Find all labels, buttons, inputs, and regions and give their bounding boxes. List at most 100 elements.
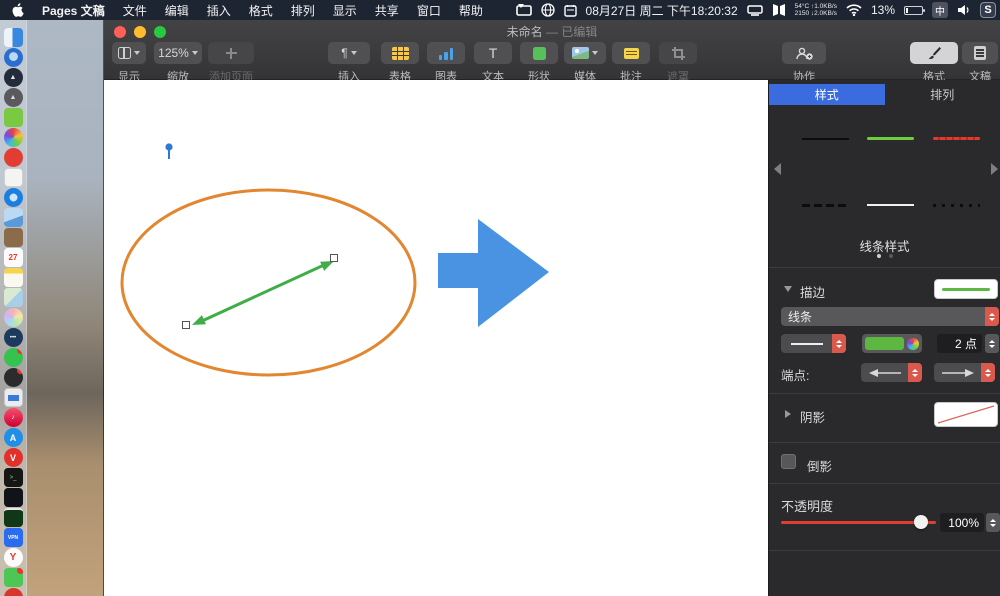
window-manager-icon[interactable] <box>772 4 786 16</box>
endpoint-start-select[interactable] <box>861 363 922 382</box>
document-button[interactable] <box>962 42 998 64</box>
menu-insert[interactable]: 插入 <box>207 2 231 19</box>
dock-rocket-icon[interactable]: ▲ <box>3 88 23 107</box>
screen-mirroring-icon[interactable] <box>515 4 532 16</box>
dock-clipped-app-icon[interactable] <box>3 588 23 596</box>
stepper-icon[interactable] <box>832 334 846 353</box>
ellipse-shape[interactable] <box>120 188 417 377</box>
dock-terminal-2-icon[interactable] <box>3 488 23 507</box>
format-button[interactable] <box>910 42 958 64</box>
wifi-icon[interactable] <box>846 4 862 16</box>
stroke-type-select[interactable]: 线条 <box>781 307 999 326</box>
menu-app-name[interactable]: Pages 文稿 <box>42 2 105 19</box>
dock-photos-icon[interactable] <box>3 308 23 327</box>
menu-window[interactable]: 窗口 <box>417 2 441 19</box>
media-button[interactable] <box>564 42 606 64</box>
selection-handle[interactable] <box>330 254 338 262</box>
tab-arrange[interactable]: 排列 <box>885 84 1000 105</box>
selection-handle[interactable] <box>182 321 190 329</box>
blue-arrow-shape[interactable] <box>438 219 549 327</box>
line-style-black-solid[interactable] <box>802 138 849 140</box>
dock-updates-app-icon[interactable] <box>3 368 23 387</box>
stroke-preview-well[interactable] <box>934 279 998 299</box>
dock-maps-icon[interactable] <box>3 288 23 307</box>
input-method-icon[interactable]: 中 <box>932 2 948 18</box>
view-button[interactable] <box>112 42 146 64</box>
reflection-checkbox[interactable] <box>781 454 796 469</box>
dock-music-icon[interactable]: ♪ <box>3 408 23 427</box>
dock-vpn-icon[interactable]: VPN <box>3 528 23 547</box>
stepper-icon[interactable] <box>985 307 999 326</box>
volume-icon[interactable] <box>957 4 971 16</box>
stroke-color-well[interactable] <box>862 334 922 353</box>
dock-notepad-icon[interactable] <box>3 168 23 187</box>
menu-view[interactable]: 显示 <box>333 2 357 19</box>
battery-icon[interactable] <box>904 5 925 15</box>
dock-voice-chat-icon[interactable] <box>3 348 23 367</box>
stroke-width-stepper[interactable] <box>985 334 999 353</box>
dock-app-store-icon[interactable]: A <box>3 428 23 447</box>
table-button[interactable] <box>381 42 419 64</box>
dock-wechat-icon[interactable] <box>3 568 23 587</box>
line-style-green-solid[interactable] <box>867 137 914 140</box>
dock-terminal-3-icon[interactable] <box>3 508 23 527</box>
line-style-black-dashed[interactable] <box>802 204 849 207</box>
opacity-stepper[interactable] <box>986 513 1000 532</box>
line-pattern-select[interactable] <box>781 334 846 353</box>
dock-keynote-icon[interactable] <box>3 388 23 407</box>
menu-datetime[interactable]: 08月27日 周二 下午18:20:32 <box>586 2 738 19</box>
line-style-black-dotted[interactable] <box>933 204 980 207</box>
dock-vivaldi-icon[interactable]: V <box>3 448 23 467</box>
menu-arrange[interactable]: 排列 <box>291 2 315 19</box>
color-wheel-icon[interactable] <box>907 337 919 350</box>
dock-notes-icon[interactable] <box>3 268 23 287</box>
dock-notebook-icon[interactable] <box>3 228 23 247</box>
dock-safari-icon[interactable] <box>3 188 23 207</box>
color-swatch[interactable] <box>865 337 904 350</box>
stroke-disclosure-icon[interactable] <box>784 286 792 292</box>
stroke-width-field[interactable]: 2 点 <box>937 334 982 353</box>
dock-red-app-icon[interactable] <box>3 148 23 167</box>
shape-button[interactable] <box>520 42 558 64</box>
menu-file[interactable]: 文件 <box>123 2 147 19</box>
endpoint-end-select[interactable] <box>934 363 995 382</box>
collaborate-button[interactable] <box>782 42 826 64</box>
apple-menu-icon[interactable] <box>12 3 24 17</box>
double-arrow-line[interactable] <box>182 254 338 329</box>
dock-messages-icon[interactable]: ••• <box>3 328 23 347</box>
text-button[interactable]: T <box>474 42 512 64</box>
gallery-next-icon[interactable] <box>991 163 998 175</box>
pin-marker[interactable] <box>165 143 173 159</box>
dock-launchpad-icon[interactable] <box>3 48 23 67</box>
sogou-input-icon[interactable]: S <box>980 2 996 18</box>
stepper-icon[interactable] <box>981 363 995 382</box>
zoom-button[interactable]: 125% <box>154 42 202 64</box>
shadow-none-well[interactable] <box>934 402 998 427</box>
menu-share[interactable]: 共享 <box>375 2 399 19</box>
comment-button[interactable] <box>612 42 650 64</box>
mask-button[interactable] <box>659 42 697 64</box>
dock-photos-dark-icon[interactable]: ▲ <box>3 68 23 87</box>
dock-pinwheel-icon[interactable] <box>3 128 23 147</box>
gallery-prev-icon[interactable] <box>774 163 781 175</box>
dock-terminal-icon[interactable]: >_ <box>3 468 23 487</box>
shadow-disclosure-icon[interactable] <box>785 410 791 418</box>
calendar-menu-icon[interactable] <box>563 4 577 17</box>
document-canvas[interactable] <box>104 80 768 596</box>
gallery-pager[interactable] <box>769 254 1000 258</box>
chart-button[interactable] <box>427 42 465 64</box>
dock-preview-icon[interactable] <box>3 208 23 227</box>
opacity-slider-thumb[interactable] <box>914 515 928 529</box>
insert-button[interactable]: ¶ <box>328 42 370 64</box>
dock-yandex-icon[interactable]: Y <box>3 548 23 567</box>
menu-edit[interactable]: 编辑 <box>165 2 189 19</box>
add-page-button[interactable] <box>208 42 254 64</box>
menu-format[interactable]: 格式 <box>249 2 273 19</box>
dock-finder-icon[interactable] <box>3 28 23 47</box>
dock-calendar-icon[interactable]: 27 <box>3 248 23 267</box>
line-style-red-sketch[interactable] <box>933 137 980 140</box>
snipping-tool-icon[interactable] <box>746 4 763 16</box>
dock-green-app-icon[interactable] <box>3 108 23 127</box>
network-stats[interactable]: 54°C ↑1.0KB/s 2150 ↓2.0KB/s <box>795 3 837 17</box>
opacity-slider[interactable] <box>781 521 936 524</box>
